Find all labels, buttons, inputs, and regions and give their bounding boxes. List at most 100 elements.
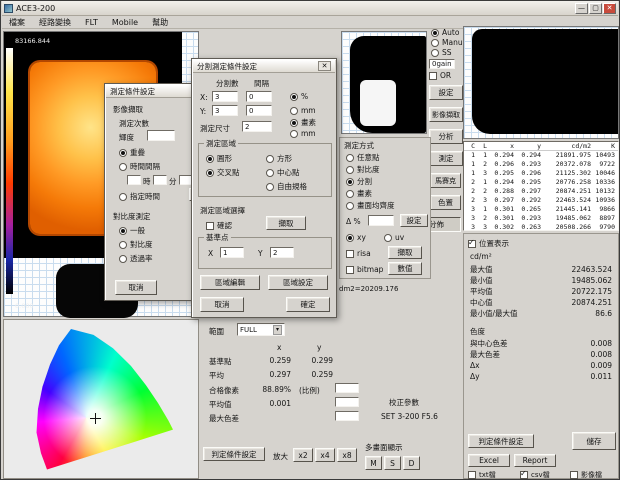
maximize-icon[interactable]: ▢ bbox=[589, 3, 602, 14]
menu-item[interactable]: 檔案 bbox=[2, 17, 32, 28]
aux-field-2[interactable] bbox=[335, 397, 359, 407]
menu-item[interactable]: Mobile bbox=[105, 18, 145, 27]
measurement-table[interactable]: C L x y cd/m2 K 1 1 0.294 0.294 21891.97… bbox=[463, 141, 619, 231]
auto-radio[interactable]: Auto bbox=[431, 28, 459, 37]
base-x-field[interactable]: 1 bbox=[220, 247, 244, 258]
range-select[interactable]: FULL ▾ bbox=[237, 323, 285, 336]
square-radio[interactable]: 方形 bbox=[266, 153, 292, 164]
mosaic-button[interactable]: 馬賽克 bbox=[430, 173, 461, 188]
zoom-x2-button[interactable]: x2 bbox=[293, 448, 313, 462]
capture-button[interactable]: 影像擷取 bbox=[429, 107, 463, 122]
circle-radio[interactable]: 圓形 bbox=[206, 153, 232, 164]
ss-radio[interactable]: SS bbox=[431, 48, 452, 57]
interval-radio[interactable]: 時間間隔 bbox=[119, 161, 160, 172]
general-radio[interactable]: 一般 bbox=[119, 225, 145, 236]
dialog-title-bar[interactable]: 分割測定條件設定 ✕ bbox=[193, 60, 335, 73]
table-row[interactable]: 1 1 0.294 0.294 21891.975 10493 bbox=[464, 151, 618, 160]
x-count-field[interactable]: 3 bbox=[212, 91, 238, 102]
luminance-field[interactable] bbox=[147, 130, 175, 141]
captured-frame-view[interactable] bbox=[463, 26, 619, 139]
ok-button[interactable]: 確定 bbox=[286, 297, 330, 312]
percent-radio[interactable]: % bbox=[290, 92, 308, 101]
base-y-field[interactable]: 2 bbox=[270, 247, 294, 258]
split-condition-dialog[interactable]: 分割測定條件設定 ✕ 分割數 間隔 X: 3 0 % Y: 3 0 mm 測定尺… bbox=[191, 58, 337, 318]
table-row[interactable]: 1 3 0.295 0.296 21125.302 10046 bbox=[464, 169, 618, 178]
txt-file-checkbox[interactable]: txt檔 bbox=[468, 470, 496, 480]
aux-field-1[interactable] bbox=[335, 383, 359, 393]
multi-s-button[interactable]: S bbox=[384, 456, 401, 470]
setting-button[interactable]: 設定 bbox=[429, 85, 463, 100]
xy-radio[interactable]: xy bbox=[346, 233, 366, 242]
menu-item[interactable]: FLT bbox=[78, 18, 105, 27]
image-file-checkbox[interactable]: 影像檔 bbox=[570, 470, 602, 480]
y-gap-field[interactable]: 0 bbox=[246, 105, 272, 116]
table-row[interactable]: 3 2 0.301 0.293 19485.062 8897 bbox=[464, 214, 618, 223]
center-point-radio[interactable]: 中心點 bbox=[266, 167, 300, 178]
or-checkbox[interactable]: OR bbox=[429, 71, 451, 80]
multi-d-button[interactable]: D bbox=[403, 456, 420, 470]
method-point-radio[interactable]: 任意點 bbox=[346, 152, 380, 163]
cancel-button[interactable]: 取消 bbox=[115, 280, 157, 295]
csv-file-checkbox[interactable]: csv檔 bbox=[520, 470, 550, 480]
x-gap-field[interactable]: 0 bbox=[246, 91, 272, 102]
method-contrast-radio[interactable]: 對比度 bbox=[346, 164, 380, 175]
minute-field[interactable] bbox=[153, 175, 167, 185]
measure-button[interactable]: 測定 bbox=[429, 151, 463, 166]
delta-pct-field[interactable] bbox=[368, 215, 394, 226]
pixel-unit-radio[interactable]: 畫素 bbox=[290, 117, 316, 128]
multi-m-button[interactable]: M bbox=[365, 456, 382, 470]
table-row[interactable]: 2 3 0.297 0.292 22463.524 10936 bbox=[464, 196, 618, 205]
menu-item[interactable]: 經路變換 bbox=[32, 17, 78, 28]
save-button[interactable]: 儲存 bbox=[572, 432, 616, 450]
region-capture-button[interactable]: 擷取 bbox=[266, 216, 306, 230]
camera-preview-view[interactable] bbox=[341, 31, 427, 134]
method-pixel-radio[interactable]: 畫素 bbox=[346, 188, 372, 199]
cross-point-radio[interactable]: 交叉點 bbox=[206, 167, 240, 178]
excel-button[interactable]: Excel bbox=[468, 454, 510, 467]
region-edit-button[interactable]: 區域編輯 bbox=[200, 275, 260, 290]
bitmap-checkbox[interactable]: bitmap bbox=[346, 265, 383, 274]
free-spec-radio[interactable]: 自由規格 bbox=[266, 181, 307, 192]
mm-radio[interactable]: mm bbox=[290, 106, 316, 115]
chevron-down-icon[interactable]: ▾ bbox=[273, 325, 282, 335]
table-row[interactable]: 3 3 0.302 0.263 20508.266 9790 bbox=[464, 223, 618, 231]
table-row[interactable]: 2 1 0.294 0.295 20776.258 10336 bbox=[464, 178, 618, 187]
position-display-checkbox[interactable]: 位置表示 bbox=[468, 238, 509, 249]
color-map-button[interactable]: 色置 bbox=[430, 195, 461, 210]
close-icon[interactable]: ✕ bbox=[603, 3, 616, 14]
y-count-field[interactable]: 3 bbox=[212, 105, 238, 116]
risa-checkbox[interactable]: risa bbox=[346, 249, 371, 258]
close-icon[interactable]: ✕ bbox=[318, 61, 331, 71]
table-row[interactable]: 3 1 0.301 0.265 21445.141 9866 bbox=[464, 205, 618, 214]
overlap-radio[interactable]: 重疊 bbox=[119, 147, 145, 158]
method-uniform-radio[interactable]: 畫面均齊度 bbox=[346, 200, 395, 211]
specify-time-radio[interactable]: 指定時間 bbox=[119, 191, 160, 202]
analyze-button[interactable]: 分析 bbox=[429, 129, 463, 144]
table-row[interactable]: 1 2 0.296 0.293 20372.078 9722 bbox=[464, 160, 618, 169]
judge-condition-button[interactable]: 判定條件設定 bbox=[203, 447, 265, 461]
bitmap-value-button[interactable]: 數值 bbox=[388, 262, 422, 275]
size-field[interactable]: 2 bbox=[242, 121, 272, 132]
menu-item[interactable]: 幫助 bbox=[145, 17, 175, 28]
contrast-radio[interactable]: 對比度 bbox=[119, 239, 153, 250]
risa-capture-button[interactable]: 擷取 bbox=[388, 246, 422, 259]
minimize-icon[interactable]: — bbox=[575, 3, 588, 14]
zoom-group-label: 放大 bbox=[273, 451, 288, 462]
gain-field[interactable]: 0gain bbox=[429, 59, 455, 69]
stats-judge-condition-button[interactable]: 判定條件設定 bbox=[468, 434, 534, 448]
transmittance-radio[interactable]: 透過率 bbox=[119, 253, 153, 264]
method-split-radio[interactable]: 分割 bbox=[346, 176, 372, 187]
cie-diagram-panel[interactable] bbox=[3, 319, 199, 479]
delta-setting-button[interactable]: 設定 bbox=[400, 214, 428, 227]
table-row[interactable]: 2 2 0.288 0.297 20874.251 10132 bbox=[464, 187, 618, 196]
hour-field[interactable] bbox=[127, 175, 141, 185]
region-set-button[interactable]: 區域設定 bbox=[268, 275, 328, 290]
mm-unit-radio[interactable]: mm bbox=[290, 129, 316, 138]
aux-field-3[interactable] bbox=[335, 411, 359, 421]
report-button[interactable]: Report bbox=[514, 454, 556, 467]
zoom-x4-button[interactable]: x4 bbox=[315, 448, 335, 462]
confirm-checkbox[interactable]: 確認 bbox=[206, 220, 232, 231]
uv-radio[interactable]: uv bbox=[384, 233, 404, 242]
cancel-button[interactable]: 取消 bbox=[200, 297, 244, 312]
zoom-x8-button[interactable]: x8 bbox=[337, 448, 357, 462]
